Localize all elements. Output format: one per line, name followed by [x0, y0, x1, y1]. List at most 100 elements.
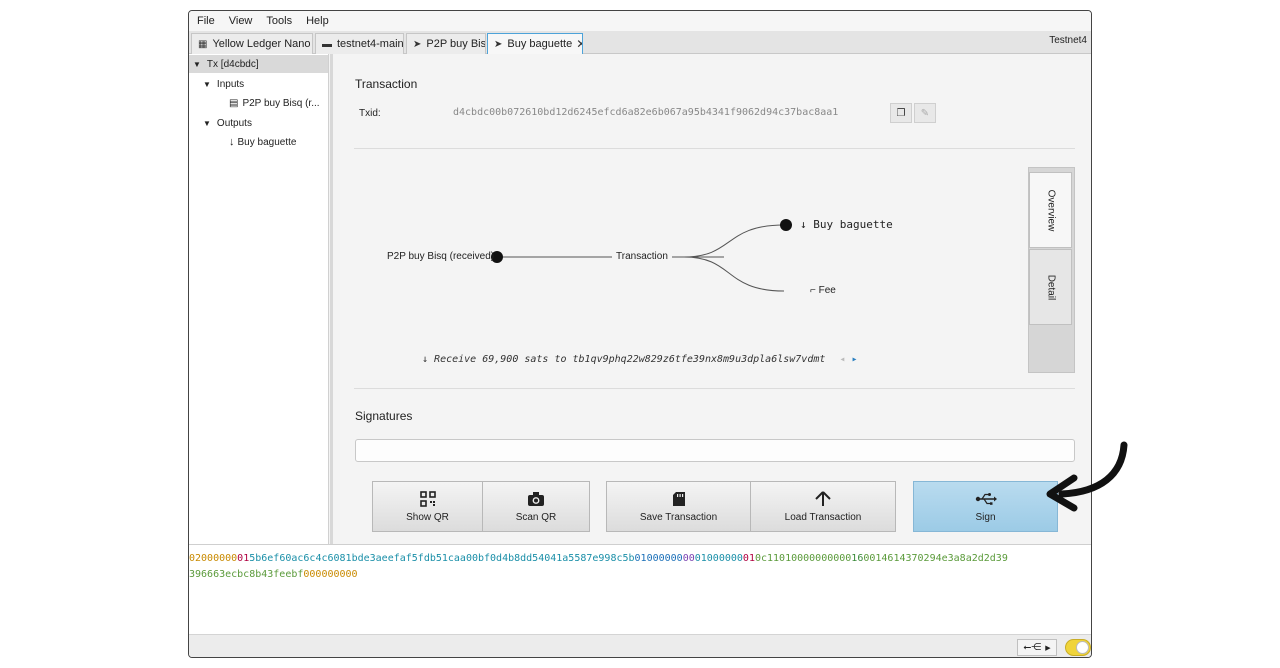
hex-segment: 5b6ef60ac6c4c6081bde3aeefaf5fdb51caa00bf…: [249, 553, 635, 564]
show-qr-label: Show QR: [406, 512, 449, 523]
signatures-progress: [355, 439, 1075, 462]
tab-label: testnet4-main: [337, 38, 404, 50]
usb-devices-button[interactable]: ⭠⋲ ▶: [1017, 639, 1057, 656]
tab-testnet4-main[interactable]: ▬ testnet4-main: [315, 33, 404, 54]
arrow-down-icon: ↓: [229, 136, 235, 148]
receive-text: Receive 69,900 sats to tb1qv9phq22w829z6…: [434, 354, 826, 365]
scan-qr-button[interactable]: Scan QR: [482, 481, 590, 532]
transaction-title: Transaction: [355, 77, 418, 91]
tree-item-label: Tx [d4cbdc]: [206, 58, 259, 70]
camera-icon: [527, 490, 545, 508]
sign-label: Sign: [975, 512, 996, 523]
arrow-up-icon: [815, 490, 831, 508]
annotation-arrow-icon: [1040, 440, 1135, 518]
hex-segment: 0c11010000000000: [754, 553, 852, 564]
tab-overview[interactable]: Overview: [1029, 172, 1072, 248]
save-transaction-button[interactable]: Save Transaction: [606, 481, 751, 532]
load-transaction-button[interactable]: Load Transaction: [750, 481, 896, 532]
load-transaction-label: Load Transaction: [784, 512, 862, 523]
edit-button[interactable]: ✎: [914, 103, 936, 123]
tab-yellow-ledger[interactable]: ▦ Yellow Ledger Nano S: [191, 33, 313, 54]
usb-icon: ⭠⋲: [1023, 642, 1042, 653]
tab-p2p-buy-bisq[interactable]: ➤ P2P buy Bisq: [406, 33, 486, 54]
menu-help[interactable]: Help: [306, 15, 329, 27]
hex-segment: 01: [742, 553, 755, 564]
transaction-diagram: P2P buy Bisq (received) Transaction ↓ Bu…: [354, 157, 1054, 377]
hex-segment: 01: [237, 553, 250, 564]
hex-segment: 02000000: [189, 553, 238, 564]
copy-button[interactable]: ❐: [890, 103, 912, 123]
tab-detail[interactable]: Detail: [1029, 249, 1072, 325]
sign-button[interactable]: Sign: [913, 481, 1058, 532]
coins-icon: ▤: [229, 97, 239, 109]
hex-segment: 0014614370294e3a8a2d2d39: [863, 553, 1008, 564]
hex-line: 02000000015b6ef60ac6c4c6081bde3aeefaf5fd…: [189, 551, 1091, 567]
show-qr-button[interactable]: Show QR: [372, 481, 483, 532]
next-arrow-icon[interactable]: ▸: [851, 354, 857, 365]
arrow-down-icon: ↓: [422, 354, 435, 365]
txid-label: Txid:: [359, 108, 381, 119]
copy-icon: ❐: [896, 107, 906, 119]
sd-card-icon: [672, 490, 686, 508]
close-icon[interactable]: ✕: [576, 37, 582, 51]
hex-segment: 396663ecbc8b43feebf: [189, 569, 304, 580]
network-label: Testnet4: [1049, 35, 1087, 46]
usb-icon: [975, 490, 997, 508]
wallet-icon: ▦: [198, 38, 208, 50]
status-bar: ⭠⋲ ▶: [189, 634, 1091, 657]
menu-file[interactable]: File: [197, 15, 215, 27]
expand-arrow-icon[interactable]: ▼: [203, 80, 211, 89]
transaction-tree: ▼ Tx [d4cbdc] ▼ Inputs ▤ P2P buy Bisq (r…: [189, 54, 329, 544]
menu-view[interactable]: View: [229, 15, 253, 27]
transaction-panel: Transaction Txid: d4cbdc00b072610bd12d62…: [333, 54, 1091, 544]
tree-item-label: Inputs: [216, 78, 245, 90]
input-label[interactable]: P2P buy Bisq (received): [387, 251, 494, 262]
signatures-title: Signatures: [355, 409, 413, 423]
output-label: Buy baguette: [813, 218, 893, 231]
hex-line: 396663ecbc8b43feebf000000000: [189, 567, 1091, 583]
tab-bar: ▦ Yellow Ledger Nano S ▬ testnet4-main ➤…: [189, 31, 1091, 54]
expand-arrow-icon[interactable]: ▼: [193, 60, 201, 69]
tree-item-inputs[interactable]: ▼ Inputs: [203, 75, 244, 93]
hex-segment: 16: [851, 553, 864, 564]
menu-tools[interactable]: Tools: [266, 15, 292, 27]
hex-segment: 00: [682, 553, 695, 564]
view-side-tabs: Overview Detail: [1028, 167, 1075, 373]
scan-qr-label: Scan QR: [515, 512, 557, 523]
tab-label: Buy baguette: [507, 38, 573, 50]
output-label-row[interactable]: ↓ Buy baguette: [800, 218, 893, 231]
output-node[interactable]: [780, 219, 792, 231]
tab-label: Yellow Ledger Nano S: [212, 38, 313, 50]
arrow-down-icon: ↓: [800, 218, 814, 231]
toggle-knob: [1076, 641, 1089, 654]
tree-item-tx[interactable]: ▼ Tx [d4cbdc]: [189, 55, 328, 73]
server-toggle[interactable]: [1065, 639, 1091, 656]
app-window: File View Tools Help ▦ Yellow Ledger Nan…: [188, 10, 1092, 658]
tree-item-label: P2P buy Bisq (r...: [242, 97, 320, 109]
tree-item-input-p2p[interactable]: ▤ P2P buy Bisq (r...: [229, 94, 320, 112]
expand-arrow-icon[interactable]: ▼: [203, 119, 211, 128]
fee-label: Fee: [818, 285, 836, 296]
divider: [354, 148, 1075, 149]
qr-code-icon: [419, 490, 436, 508]
tree-item-output-baguette[interactable]: ↓ Buy baguette: [229, 133, 296, 151]
save-transaction-label: Save Transaction: [639, 512, 718, 523]
txid-value[interactable]: d4cbdc00b072610bd12d6245efcd6a82e6b067a9…: [453, 107, 838, 118]
send-icon: ➤: [413, 38, 422, 50]
raw-hex-view[interactable]: 02000000015b6ef60ac6c4c6081bde3aeefaf5fd…: [189, 544, 1091, 634]
tree-item-label: Outputs: [216, 117, 252, 129]
send-icon: ➤: [494, 38, 503, 50]
tab-buy-baguette[interactable]: ➤ Buy baguette ✕: [487, 33, 583, 54]
hex-segment: 000000000: [303, 569, 358, 580]
fee-icon: ⌐: [810, 285, 819, 296]
prev-arrow-icon[interactable]: ◂: [839, 354, 845, 365]
edit-icon: ✎: [920, 107, 930, 119]
tree-item-outputs[interactable]: ▼ Outputs: [203, 114, 252, 132]
divider: [354, 388, 1075, 389]
hex-segment: 01000000: [634, 553, 683, 564]
diagram-lines: [491, 219, 792, 292]
fee-label-row[interactable]: ⌐ Fee: [810, 285, 836, 296]
hex-segment: 01000000: [694, 553, 743, 564]
tree-item-label: Buy baguette: [237, 136, 297, 148]
transaction-node-label: Transaction: [616, 251, 668, 262]
